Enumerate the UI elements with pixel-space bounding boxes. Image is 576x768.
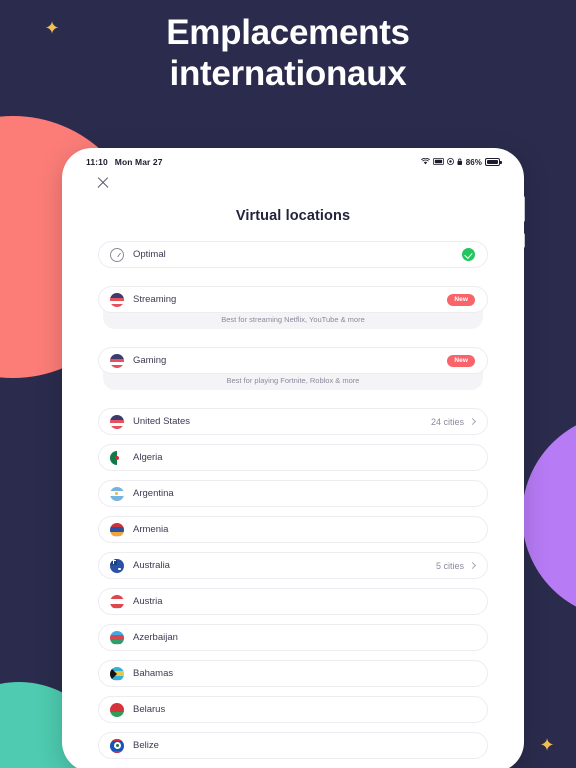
country-group: Azerbaijan xyxy=(98,624,488,651)
dz-flag-icon xyxy=(110,450,124,465)
list-item-label: Algeria xyxy=(133,452,163,463)
selected-check-icon xyxy=(462,248,475,261)
status-time: 11:10 xyxy=(86,157,108,167)
list-item-country[interactable]: Belarus xyxy=(98,696,488,723)
specialty-group-streaming: Streaming New Best for streaming Netflix… xyxy=(98,286,488,329)
list-item-country[interactable]: Bahamas xyxy=(98,660,488,687)
list-item-country[interactable]: Argentina xyxy=(98,480,488,507)
decorative-purple-circle xyxy=(522,413,576,619)
az-flag-icon xyxy=(110,630,124,645)
tablet-device-frame: 11:10 Mon Mar 27 86% Virtual locations O… xyxy=(62,148,524,768)
city-count: 5 cities xyxy=(435,560,464,571)
chevron-right-icon[interactable] xyxy=(468,561,477,570)
am-flag-icon xyxy=(110,522,124,537)
us-flag-icon xyxy=(110,414,124,429)
country-group: Austria xyxy=(98,588,488,615)
country-group: United States 24 cities xyxy=(98,408,488,435)
list-item-label: Austria xyxy=(133,596,163,607)
status-bar-right: 86% xyxy=(421,157,502,167)
list-item-label: Belarus xyxy=(133,704,166,715)
list-item-label: Azerbaijan xyxy=(133,632,178,643)
list-item-label: Armenia xyxy=(133,524,169,535)
status-bar-left: 11:10 Mon Mar 27 xyxy=(86,157,163,167)
list-item-optimal[interactable]: Optimal xyxy=(98,241,488,268)
battery-icon xyxy=(485,158,502,166)
list-item-label: Gaming xyxy=(133,355,167,366)
poster-canvas: ✦ ✦ Emplacements internationaux 11:10 Mo… xyxy=(0,0,576,768)
sim-icon xyxy=(433,157,445,167)
country-group: Belarus xyxy=(98,696,488,723)
close-row xyxy=(62,170,524,196)
list-item-label: Optimal xyxy=(133,249,166,260)
by-flag-icon xyxy=(110,702,124,717)
locations-list[interactable]: Optimal Streaming New Best for streaming… xyxy=(62,241,524,768)
list-item-label: Australia xyxy=(133,560,170,571)
ar-flag-icon xyxy=(110,486,124,501)
list-item-country[interactable]: United States 24 cities xyxy=(98,408,488,435)
list-item-label: Belize xyxy=(133,740,159,751)
list-item-label: Streaming xyxy=(133,294,177,305)
list-item-country[interactable]: Belize xyxy=(98,732,488,759)
status-bar: 11:10 Mon Mar 27 86% xyxy=(62,148,524,170)
list-item-country[interactable]: Armenia xyxy=(98,516,488,543)
list-item-label: Bahamas xyxy=(133,668,174,679)
at-flag-icon xyxy=(110,594,124,609)
country-group: Australia 5 cities xyxy=(98,552,488,579)
list-item-streaming[interactable]: Streaming New xyxy=(98,286,488,313)
country-group: Bahamas xyxy=(98,660,488,687)
us-flag-icon xyxy=(110,353,124,368)
country-group: Armenia xyxy=(98,516,488,543)
us-flag-icon xyxy=(110,292,124,307)
list-item-country[interactable]: Austria xyxy=(98,588,488,615)
battery-percent: 86% xyxy=(465,157,482,167)
list-item-label: United States xyxy=(133,416,191,427)
country-group: Algeria xyxy=(98,444,488,471)
new-badge: New xyxy=(447,293,475,306)
headline-line-1: Emplacements xyxy=(166,13,410,52)
country-group: Belize xyxy=(98,732,488,759)
wifi-icon xyxy=(421,157,431,167)
chevron-right-icon[interactable] xyxy=(468,417,477,426)
bs-flag-icon xyxy=(110,666,124,681)
poster-headline: Emplacements internationaux xyxy=(0,12,576,95)
page-title: Virtual locations xyxy=(235,208,351,224)
optimal-group: Optimal xyxy=(98,241,488,268)
new-badge: New xyxy=(447,354,475,367)
sparkle-icon: ✦ xyxy=(539,735,555,756)
list-item-country[interactable]: Algeria xyxy=(98,444,488,471)
speedometer-icon xyxy=(110,247,124,262)
list-item-country[interactable]: Azerbaijan xyxy=(98,624,488,651)
location-icon xyxy=(447,157,455,167)
au-flag-icon xyxy=(110,558,124,573)
bz-flag-icon xyxy=(110,738,124,753)
lock-icon xyxy=(457,157,463,167)
status-date: Mon Mar 27 xyxy=(114,157,163,167)
list-item-label: Argentina xyxy=(133,488,174,499)
list-item-country[interactable]: Australia 5 cities xyxy=(98,552,488,579)
city-count: 24 cities xyxy=(430,416,464,427)
headline-line-2: internationaux xyxy=(169,54,407,94)
list-item-gaming[interactable]: Gaming New xyxy=(98,347,488,374)
specialty-group-gaming: Gaming New Best for playing Fortnite, Ro… xyxy=(98,347,488,390)
country-list[interactable]: United States 24 cities Algeria Argentina Ar… xyxy=(98,408,488,768)
close-icon[interactable] xyxy=(96,176,110,190)
country-group: Argentina xyxy=(98,480,488,507)
